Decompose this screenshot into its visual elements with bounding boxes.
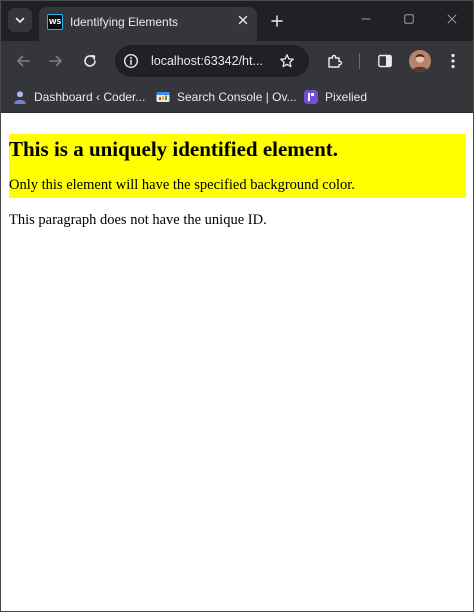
address-bar[interactable]: localhost:63342/ht... xyxy=(115,45,309,77)
kebab-menu-icon xyxy=(451,53,455,69)
maximize-icon xyxy=(404,14,414,24)
extensions-button[interactable] xyxy=(325,51,345,71)
forward-button[interactable] xyxy=(46,51,66,71)
minimize-icon xyxy=(361,18,371,20)
window-close-button[interactable] xyxy=(440,9,464,29)
bookmark-label: Pixelied xyxy=(325,90,368,104)
page-content: This is a uniquely identified element. O… xyxy=(1,114,473,611)
wordpress-user-icon xyxy=(14,91,26,104)
tab-strip: WS Identifying Elements xyxy=(1,1,473,41)
reload-button[interactable] xyxy=(80,51,100,71)
unique-paragraph: Only this element will have the specifie… xyxy=(9,177,355,193)
bookmark-dashboard[interactable]: Dashboard ‹ Coder... xyxy=(13,88,145,106)
maximize-button[interactable] xyxy=(397,9,421,29)
tab-identifying-elements[interactable]: WS Identifying Elements xyxy=(39,7,257,41)
close-icon xyxy=(447,14,457,24)
new-tab-button[interactable] xyxy=(267,11,287,31)
avatar-icon xyxy=(409,50,431,72)
bookmark-search-console[interactable]: Search Console | Ov... xyxy=(156,88,297,106)
site-info-button[interactable] xyxy=(121,51,141,71)
url-text[interactable]: localhost:63342/ht... xyxy=(151,54,263,68)
tab-search-button[interactable] xyxy=(8,8,32,32)
side-panel-button[interactable] xyxy=(375,51,395,71)
reload-icon xyxy=(84,55,96,67)
arrow-left-icon xyxy=(17,55,30,67)
search-console-icon xyxy=(156,92,170,102)
side-panel-icon xyxy=(378,54,392,68)
bookmark-pixelied[interactable]: Pixelied xyxy=(304,88,367,106)
browser-toolbar: localhost:63342/ht... xyxy=(1,41,473,81)
tab-title: Identifying Elements xyxy=(70,15,179,29)
bookmark-label: Dashboard ‹ Coder... xyxy=(34,90,146,104)
close-icon xyxy=(238,15,248,25)
plus-icon xyxy=(271,15,283,27)
bookmark-star-button[interactable] xyxy=(277,51,297,71)
webstorm-favicon-icon: WS xyxy=(47,14,63,30)
plain-paragraph: This paragraph does not have the unique … xyxy=(9,212,267,228)
toolbar-divider xyxy=(359,53,360,69)
profile-avatar[interactable] xyxy=(409,50,431,72)
chevron-down-icon xyxy=(15,17,25,23)
bookmark-label: Search Console | Ov... xyxy=(177,90,297,104)
info-icon xyxy=(123,53,139,69)
star-icon xyxy=(280,54,294,68)
bookmarks-bar: Dashboard ‹ Coder... Search Console | Ov… xyxy=(1,81,473,113)
unique-element: This is a uniquely identified element. O… xyxy=(9,134,466,198)
menu-button[interactable] xyxy=(443,51,463,71)
minimize-button[interactable] xyxy=(354,9,378,29)
unique-heading: This is a uniquely identified element. xyxy=(9,137,339,161)
pixelied-icon xyxy=(304,90,318,104)
tab-close-button[interactable] xyxy=(235,12,251,28)
back-button[interactable] xyxy=(13,51,33,71)
puzzle-icon xyxy=(328,54,343,68)
arrow-right-icon xyxy=(49,55,62,67)
browser-window: WS Identifying Elements localhost:63342/… xyxy=(0,0,474,612)
